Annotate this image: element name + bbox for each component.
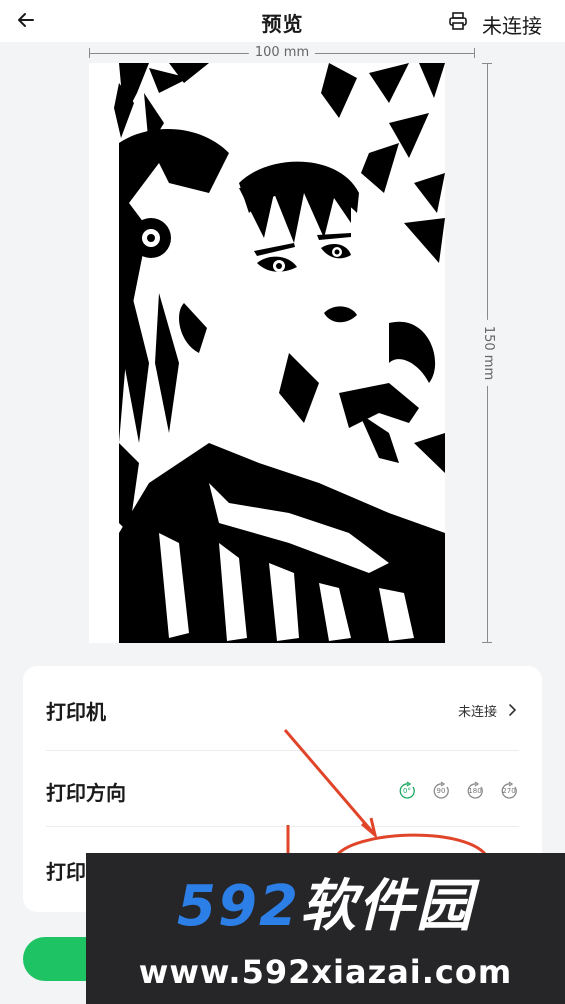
connection-status[interactable]: 未连接 [482, 10, 542, 39]
rotate-180-label: 180 [468, 787, 482, 795]
watermark-banner: 592软件园 www.592xiazai.com [86, 853, 565, 1004]
top-bar: 预览 未连接 [0, 0, 565, 42]
rotate-90-option[interactable]: 90 [431, 781, 451, 801]
width-dimension: 100 mm [89, 46, 475, 60]
rotate-90-label: 90 [436, 787, 446, 795]
height-dimension: 150 mm [480, 63, 496, 643]
watermark-brand: 软件园 [299, 874, 474, 939]
printer-label: 打印机 [46, 699, 106, 724]
rotate-0-option[interactable]: 0° [397, 781, 417, 801]
watermark-number: 592 [177, 874, 300, 939]
watermark-logo: 592软件园 [86, 875, 565, 939]
height-label: 150 mm [481, 319, 496, 387]
rotate-270-option[interactable]: 270 [499, 781, 519, 801]
orientation-row: 打印方向 0° 90 180 270 [46, 751, 519, 831]
rotate-270-label: 270 [502, 787, 516, 795]
rotate-0-label: 0° [403, 787, 411, 795]
printer-status: 未连接 [457, 704, 497, 720]
print-option-label: 打印 [46, 859, 86, 884]
printer-icon[interactable] [448, 11, 468, 31]
printer-row[interactable]: 打印机 未连接 [46, 670, 519, 750]
watermark-url: www.592xiazai.com [138, 953, 513, 991]
chevron-right-icon [509, 704, 517, 716]
orientation-label: 打印方向 [46, 780, 126, 805]
divider [46, 826, 519, 827]
rotate-180-option[interactable]: 180 [465, 781, 485, 801]
width-label: 100 mm [248, 46, 316, 60]
print-preview-image [89, 63, 445, 643]
page-title: 预览 [261, 12, 304, 36]
preview-area: 100 mm 150 mm [0, 42, 565, 667]
